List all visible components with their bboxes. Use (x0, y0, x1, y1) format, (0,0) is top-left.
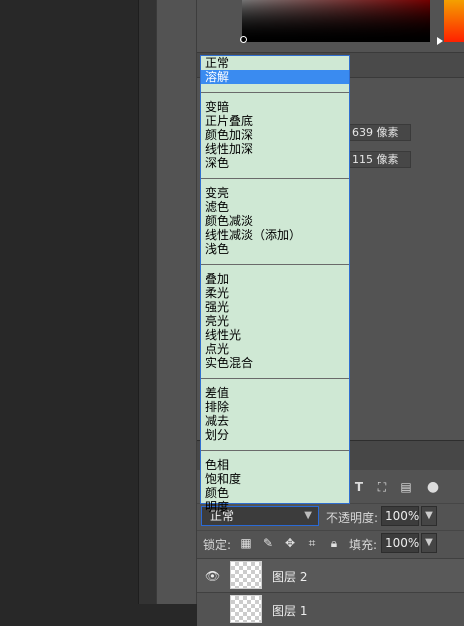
canvas-area (0, 0, 138, 604)
opacity-dropdown-icon[interactable]: ▼ (421, 506, 437, 526)
blend-mode-option[interactable]: 正片叠底 (201, 114, 349, 128)
blend-mode-option[interactable]: 浅色 (201, 242, 349, 256)
blend-mode-option[interactable]: 亮光 (201, 314, 349, 328)
blend-mode-option[interactable]: 溶解 (201, 70, 349, 84)
blend-mode-option[interactable]: 减去 (201, 414, 349, 428)
blend-mode-option[interactable]: 饱和度 (201, 472, 349, 486)
blend-mode-option[interactable]: 深色 (201, 156, 349, 170)
layer-name: 图层 1 (272, 604, 308, 618)
eye-icon[interactable]: 👁︎ (205, 569, 220, 583)
fill-dropdown-icon[interactable]: ▼ (421, 533, 437, 553)
lock-position-icon[interactable]: ✥ (283, 536, 297, 550)
transform-filter-icon[interactable]: ⛶ (375, 480, 389, 494)
blend-mode-option[interactable]: 差值 (201, 386, 349, 400)
blend-mode-option[interactable]: 正常 (201, 56, 349, 70)
width-field[interactable]: 639 像素 (349, 124, 411, 141)
hue-slider[interactable] (444, 0, 464, 42)
height-field[interactable]: 115 像素 (349, 151, 411, 168)
filter-toggle-icon[interactable]: ● (426, 480, 440, 494)
layer-name: 图层 2 (272, 570, 308, 584)
blend-mode-option[interactable]: 变亮 (201, 186, 349, 200)
menu-separator (201, 92, 349, 93)
blend-mode-option[interactable]: 线性加深 (201, 142, 349, 156)
fill-input[interactable]: 100% (381, 533, 419, 553)
blend-mode-option[interactable]: 色相 (201, 458, 349, 472)
panel-gutter (138, 0, 156, 604)
color-field[interactable] (242, 0, 430, 42)
layer-row[interactable]: 图层 1 (197, 592, 464, 626)
hue-slider-handle[interactable] (437, 37, 443, 45)
color-cursor[interactable] (240, 36, 247, 43)
blend-mode-option[interactable]: 划分 (201, 428, 349, 442)
opacity-input[interactable]: 100% (381, 506, 419, 526)
blend-mode-option[interactable]: 滤色 (201, 200, 349, 214)
blend-mode-option[interactable]: 线性光 (201, 328, 349, 342)
blend-mode-option[interactable]: 颜色减淡 (201, 214, 349, 228)
blend-mode-option[interactable]: 叠加 (201, 272, 349, 286)
lock-transparent-pixels-icon[interactable]: ▦ (239, 536, 253, 550)
blend-mode-option[interactable]: 强光 (201, 300, 349, 314)
blend-mode-option[interactable]: 颜色加深 (201, 128, 349, 142)
blend-mode-option[interactable]: 实色混合 (201, 356, 349, 370)
blend-mode-option[interactable]: 柔光 (201, 286, 349, 300)
layer-thumbnail (230, 561, 262, 589)
blend-mode-option[interactable]: 排除 (201, 400, 349, 414)
blend-mode-option[interactable]: 变暗 (201, 100, 349, 114)
layer-thumbnail (230, 595, 262, 623)
type-filter-icon[interactable]: T (352, 480, 366, 494)
menu-separator (201, 450, 349, 451)
layer-row[interactable]: 👁︎ 图层 2 (197, 558, 464, 592)
lock-artboard-icon[interactable]: ⌗ (305, 536, 319, 550)
smart-object-filter-icon[interactable]: ▤ (399, 480, 413, 494)
menu-separator (201, 178, 349, 179)
menu-separator (201, 378, 349, 379)
lock-image-pixels-icon[interactable]: ✎ (261, 536, 275, 550)
blend-mode-option[interactable]: 点光 (201, 342, 349, 356)
lock-all-icon[interactable]: 🔒︎ (327, 536, 341, 550)
blend-mode-option[interactable]: 颜色 (201, 486, 349, 500)
blend-mode-menu: 正常 溶解变暗 正片叠底 颜色加深 线性加深 深色变亮 滤色 颜色减淡 线性减淡（添加） 浅色叠加… (200, 55, 350, 514)
menu-separator (201, 264, 349, 265)
fill-label: 填充: (349, 538, 378, 552)
blend-mode-option[interactable]: 线性减淡（添加） (201, 228, 349, 242)
lock-label: 锁定: (203, 538, 232, 552)
blend-mode-option[interactable]: 明度 (201, 500, 349, 514)
